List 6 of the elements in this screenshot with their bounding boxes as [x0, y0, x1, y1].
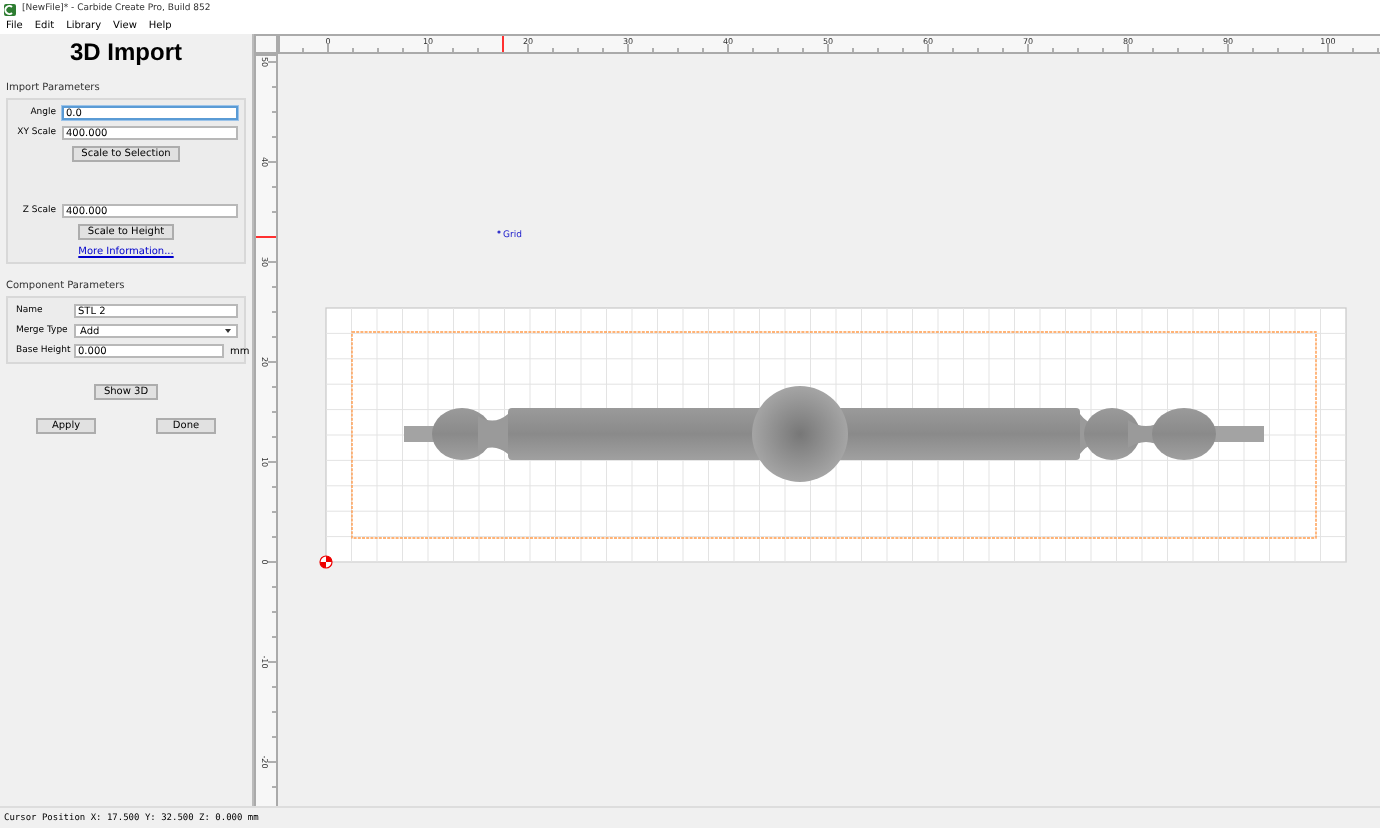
cursor-marker — [256, 236, 276, 238]
origin-marker — [319, 555, 333, 569]
caret-icon — [224, 328, 232, 334]
panel-title: 3D Import — [67, 38, 184, 66]
cursor-marker — [502, 36, 504, 52]
grid-point-icon — [497, 230, 501, 234]
